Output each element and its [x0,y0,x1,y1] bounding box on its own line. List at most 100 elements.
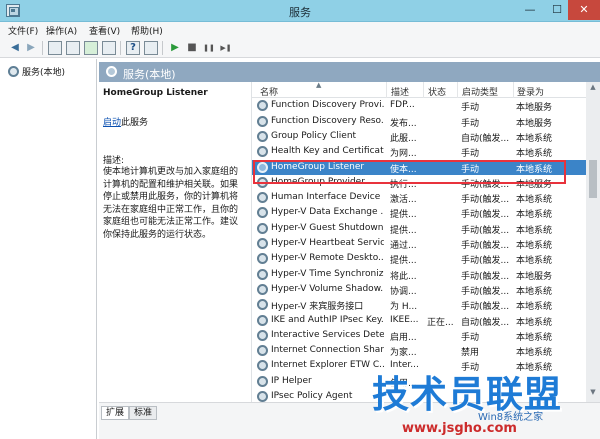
service-name-cell: Interactive Services Dete... [271,329,384,340]
service-description-cell: 提供... [390,210,417,221]
service-gear-icon [257,100,268,112]
help-icon[interactable]: ? [126,41,140,55]
service-gear-icon [257,146,268,158]
service-name-cell: Internet Connection Shari... [271,345,384,356]
service-description-cell: FDP... [390,100,415,111]
tab-extended[interactable]: 扩展 [101,406,130,420]
menu-help[interactable]: 帮助(H) [131,24,163,37]
service-status-cell: 正在... [427,317,454,328]
table-row[interactable]: HomeGroup Listener 使本... 手动 本地系统 [252,159,586,175]
service-gear-icon [257,299,268,311]
table-row[interactable]: Internet Connection Shari... 为家... 禁用 本地系统 [252,343,586,358]
service-logon-cell: 本地系统 [516,195,553,206]
table-row[interactable]: Health Key and Certificat... 为网... 手动 本地系统 [252,144,586,159]
show-hide-action-pane-icon[interactable] [144,41,158,55]
menu-view[interactable]: 查看(V) [89,24,120,37]
table-row[interactable]: Hyper-V Remote Deskto... 提供... 手动(触发... 本地系… [252,251,586,266]
service-name-cell: Hyper-V Time Synchroniz... [271,268,384,279]
table-row[interactable]: IKE and AuthIP IPsec Key... IKEE... 正在... 自… [252,313,586,328]
table-row[interactable] [252,83,586,98]
service-logon-cell: 本地系统 [516,302,553,313]
service-gear-icon [257,283,268,295]
service-gear-icon [257,207,268,219]
service-logon-cell: 本地系统 [516,348,553,359]
menu-file[interactable]: 文件(F) [8,24,38,37]
pause-service-icon[interactable]: ❚❚ [202,41,216,55]
table-row[interactable]: Hyper-V Guest Shutdown... 提供... 手动(触发... 本地… [252,221,586,236]
service-name-cell: Group Policy Client [271,130,357,141]
start-service-line: 启动此服务 [103,115,148,128]
tree-item-label: 服务(本地) [22,68,66,78]
service-startup-cell: 手动 [461,332,480,343]
service-logon-cell: 本地系统 [516,210,553,221]
table-row[interactable]: HomeGroup Provider 执行... 手动(触发... 本地服务 [252,175,586,190]
service-logon-cell: 本地系统 [516,149,553,160]
vertical-scrollbar[interactable]: ▲ ▼ [586,82,600,402]
table-row[interactable]: Hyper-V Heartbeat Service 通过... 手动(触发... 本地… [252,236,586,251]
table-row[interactable]: Hyper-V 来宾服务接口 为 H... 手动(触发... 本地系统 [252,297,586,312]
service-gear-icon [257,268,268,280]
service-name-cell: HomeGroup Listener [271,161,365,172]
service-startup-cell: 手动(触发... [461,195,510,206]
scroll-up-icon[interactable]: ▲ [586,83,600,91]
stop-service-icon[interactable]: ■ [185,41,199,55]
console-tree-icon[interactable] [48,41,62,55]
minimize-button[interactable]: — [516,0,544,20]
tree-item-services-local[interactable]: 服务(本地) [8,65,65,78]
menu-action[interactable]: 操作(A) [46,24,77,37]
service-startup-cell: 手动(触发... [461,241,510,251]
service-logon-cell: 本地系统 [516,286,553,297]
service-description-cell: IKEE... [390,314,419,325]
maximize-button[interactable]: ☐ [543,0,571,20]
service-gear-icon [257,314,268,326]
service-logon-cell: 本地系统 [516,332,553,343]
service-name-cell: Hyper-V Remote Deskto... [271,253,384,264]
service-startup-cell: 自动(触发... [461,133,510,144]
forward-arrow-icon[interactable]: ▶ [24,41,38,55]
service-gear-icon [257,238,268,249]
service-gear-icon [257,360,268,372]
table-row[interactable]: Human Interface Device ... 激活... 手动(触发... 本… [252,190,586,205]
back-arrow-icon[interactable]: ◀ [8,41,22,55]
refresh-icon[interactable] [84,41,98,55]
start-service-link[interactable]: 启动 [103,118,121,128]
main-header-label: 服务(本地) [123,68,176,81]
table-row[interactable]: Hyper-V Time Synchroniz... 将此... 手动(触发... 本… [252,267,586,282]
table-row[interactable]: Hyper-V Volume Shadow... 协调... 手动(触发... 本地系… [252,282,586,297]
restart-service-icon[interactable]: ▶❚ [219,41,233,55]
tab-standard[interactable]: 标准 [129,406,158,420]
table-row[interactable]: Group Policy Client 此服... 自动(触发... 本地系统 [252,129,586,144]
export-list-icon[interactable] [102,41,116,55]
service-name-cell: IP Helper [271,375,312,386]
service-gear-icon [257,375,268,387]
service-startup-cell: 手动 [461,149,480,160]
service-logon-cell: 本地服务 [516,179,553,190]
service-description-cell: 为 H... [390,302,418,313]
properties-icon[interactable] [66,41,80,55]
service-description-cell: 执行... [390,179,417,190]
toolbar-divider [120,41,121,55]
table-row[interactable]: Hyper-V Data Exchange ... 提供... 手动(触发... 本地… [252,205,586,220]
service-description-cell: 此服... [390,133,417,144]
table-row[interactable]: Interactive Services Dete... 启用... 手动 本地系统 [252,328,586,343]
toolbar-divider [162,41,163,55]
service-startup-cell: 手动 [461,118,480,129]
description-pane: HomeGroup Listener 启动此服务 描述: 使本地计算机更改与加入… [99,82,250,402]
table-row[interactable]: Function Discovery Reso... 发布... 手动 本地服务 [252,114,586,129]
service-name-cell: IPsec Policy Agent [271,391,353,401]
service-gear-icon [257,222,268,234]
service-description-cell: 将此... [390,271,417,282]
title-bar: 服务 — ☐ ✕ [0,0,600,22]
service-logon-cell: 本地服务 [516,118,553,129]
service-description-cell: 通过... [390,241,417,251]
start-service-icon[interactable]: ▶ [168,41,182,55]
service-name-cell: Human Interface Device ... [271,192,384,203]
scroll-thumb[interactable] [589,160,597,198]
menu-bar: 文件(F) 操作(A) 查看(V) 帮助(H) [0,22,600,38]
service-startup-cell: 手动(触发... [461,302,510,313]
table-row[interactable]: Function Discovery Provi... FDP... 手动 本地服务 [252,98,586,113]
service-name-cell: Health Key and Certificat... [271,146,384,157]
service-logon-cell: 本地系统 [516,241,553,251]
close-button[interactable]: ✕ [568,0,600,20]
service-gear-icon [257,161,268,173]
